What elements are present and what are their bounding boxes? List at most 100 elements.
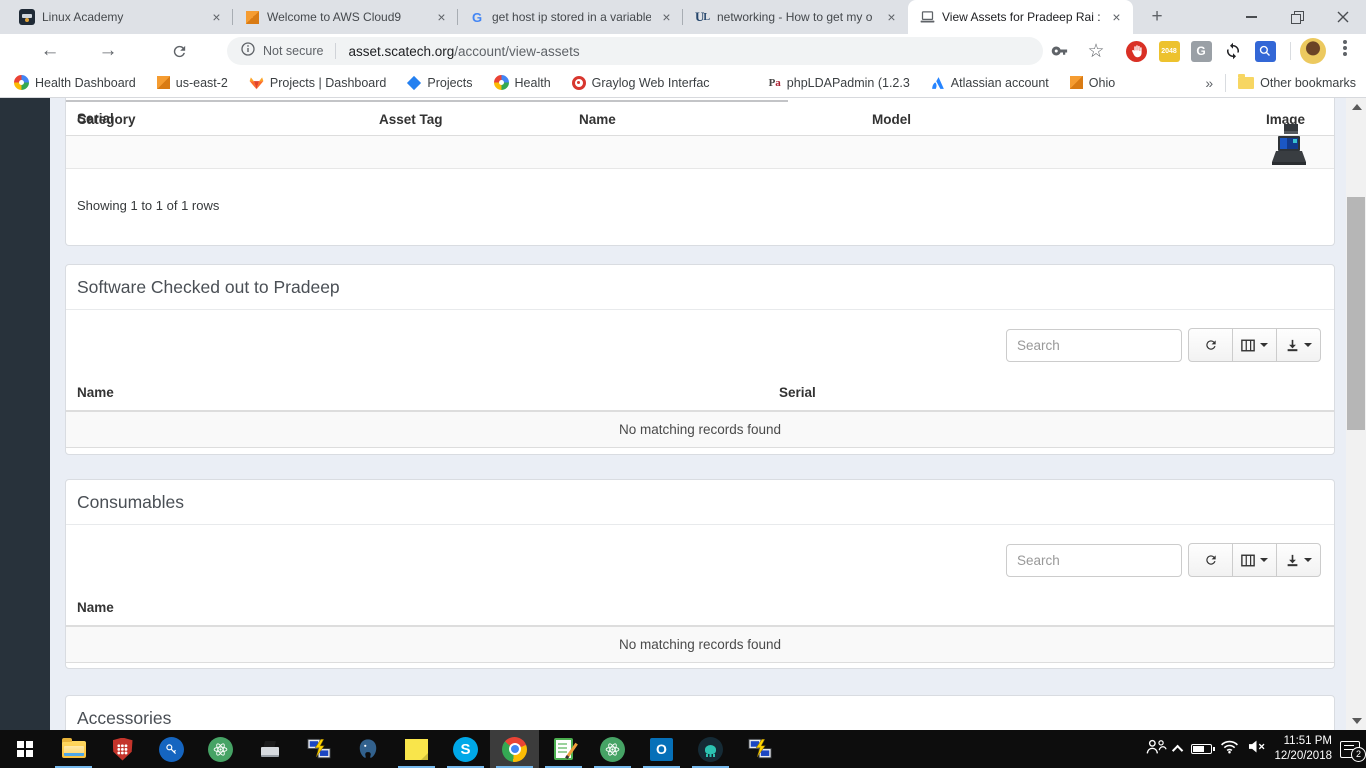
- taskbar-keepass[interactable]: [147, 730, 196, 768]
- columns-toggle-button[interactable]: [1232, 543, 1277, 577]
- taskbar-postgresql[interactable]: [343, 730, 392, 768]
- page-content: Category Serial Asset Tag Name Model Ima…: [0, 98, 1366, 730]
- adblock-extension-icon[interactable]: [1124, 39, 1148, 63]
- forward-icon[interactable]: →: [91, 34, 125, 68]
- taskbar-outlook[interactable]: O: [637, 730, 686, 768]
- taskbar-notepad[interactable]: [539, 730, 588, 768]
- scrollbar-thumb[interactable]: [1347, 197, 1365, 430]
- chrome-menu-icon[interactable]: [1343, 46, 1347, 50]
- asset-table-row[interactable]: [66, 136, 1334, 169]
- bookmarks-overflow-chevron[interactable]: »: [1205, 75, 1213, 91]
- taskbar-atom-app-2[interactable]: [588, 730, 637, 768]
- bookmark-star-icon[interactable]: ☆: [1084, 39, 1108, 63]
- column-header-serial[interactable]: Serial: [779, 385, 816, 400]
- taskbar-security-shield[interactable]: [98, 730, 147, 768]
- close-button[interactable]: [1320, 0, 1366, 34]
- folder-icon: [1238, 77, 1254, 89]
- column-header-model[interactable]: Model: [872, 112, 911, 127]
- search-extension-icon[interactable]: [1253, 39, 1277, 63]
- unix-linux-favicon: UL: [694, 9, 710, 25]
- tab-close-icon[interactable]: ×: [883, 9, 900, 26]
- bookmark-us-east-2[interactable]: us-east-2: [157, 76, 228, 90]
- saved-password-key-icon[interactable]: [1048, 39, 1072, 63]
- screen: Linux Academy × Welcome to AWS Cloud9 × …: [0, 0, 1366, 768]
- taskbar-gitkraken[interactable]: [686, 730, 735, 768]
- bookmark-atlassian[interactable]: Atlassian account: [931, 76, 1049, 90]
- other-bookmarks-button[interactable]: Other bookmarks: [1238, 76, 1356, 90]
- sync-extension-icon[interactable]: [1221, 39, 1245, 63]
- tab-unix-linux[interactable]: UL networking - How to get my o ×: [683, 0, 908, 34]
- gsuite-extension-icon[interactable]: G: [1189, 39, 1213, 63]
- tab-close-icon[interactable]: ×: [433, 9, 450, 26]
- software-search-input[interactable]: [1006, 329, 1182, 362]
- taskbar-sticky-notes[interactable]: [392, 730, 441, 768]
- hidden-icons-chevron[interactable]: [1172, 745, 1183, 756]
- bookmark-health-dashboard[interactable]: Health Dashboard: [14, 75, 136, 90]
- asset-laptop-image[interactable]: [1269, 136, 1309, 168]
- taskbar-skype[interactable]: S: [441, 730, 490, 768]
- diamond-icon: [407, 75, 421, 89]
- column-header-name[interactable]: Name: [579, 112, 616, 127]
- bookmark-phpldapadmin[interactable]: PaphpLDAPadmin (1.2.3: [769, 76, 910, 90]
- bookmark-gitlab-projects[interactable]: Projects | Dashboard: [249, 76, 387, 90]
- taskbar-winscp[interactable]: [735, 730, 784, 768]
- minimize-button[interactable]: [1228, 0, 1274, 34]
- game-2048-extension-icon[interactable]: 2048: [1157, 39, 1181, 63]
- back-icon[interactable]: ←: [33, 34, 67, 68]
- address-bar[interactable]: Not secure asset.scatech.org/account/vie…: [227, 37, 1043, 65]
- tab-view-assets-active[interactable]: View Assets for Pradeep Rai :: S ×: [908, 0, 1133, 34]
- new-tab-button[interactable]: +: [1143, 3, 1171, 31]
- bookmark-projects[interactable]: Projects: [407, 76, 472, 90]
- software-panel: Software Checked out to Pradeep Name Ser…: [65, 264, 1335, 455]
- bookmark-health[interactable]: Health: [494, 75, 551, 90]
- assets-panel: Category Serial Asset Tag Name Model Ima…: [65, 98, 1335, 246]
- page-scrollbar[interactable]: [1346, 98, 1366, 730]
- notification-badge: 2: [1351, 747, 1366, 762]
- columns-toggle-button[interactable]: [1232, 328, 1277, 362]
- info-icon[interactable]: [241, 42, 255, 61]
- bookmark-ohio[interactable]: Ohio: [1070, 76, 1115, 90]
- profile-avatar[interactable]: [1300, 38, 1326, 64]
- browser-toolbar: ← → Not secure asset.scatech.org/account…: [0, 34, 1366, 68]
- battery-icon[interactable]: [1191, 744, 1212, 754]
- refresh-button[interactable]: [1188, 328, 1233, 362]
- tab-close-icon[interactable]: ×: [1108, 9, 1125, 26]
- column-header-serial-overlay[interactable]: Serial: [77, 111, 114, 126]
- skype-icon: S: [453, 737, 478, 762]
- taskbar-chrome[interactable]: [490, 730, 539, 768]
- table-summary: Showing 1 to 1 of 1 rows: [77, 198, 219, 213]
- column-header-asset-tag[interactable]: Asset Tag: [379, 112, 443, 127]
- tab-close-icon[interactable]: ×: [658, 9, 675, 26]
- reload-icon[interactable]: [162, 34, 196, 68]
- taskbar-file-explorer[interactable]: [49, 730, 98, 768]
- taskbar-remote-device[interactable]: [245, 730, 294, 768]
- taskbar-clock[interactable]: 11:51 PM 12/20/2018: [1274, 734, 1332, 764]
- system-tray: 11:51 PM 12/20/2018 2: [1145, 730, 1366, 768]
- url-text[interactable]: asset.scatech.org/account/view-assets: [348, 44, 579, 59]
- atom-icon: [208, 737, 233, 762]
- consumables-search-input[interactable]: [1006, 544, 1182, 577]
- tab-aws-cloud9[interactable]: Welcome to AWS Cloud9 ×: [233, 0, 458, 34]
- taskbar-atom-app[interactable]: [196, 730, 245, 768]
- refresh-button[interactable]: [1188, 543, 1233, 577]
- bookmark-graylog[interactable]: Graylog Web Interfac: [572, 76, 710, 90]
- outlook-icon: O: [650, 738, 673, 761]
- action-center-icon[interactable]: 2: [1340, 741, 1360, 758]
- start-button[interactable]: [0, 730, 49, 768]
- scroll-down-arrow[interactable]: [1352, 718, 1362, 724]
- tab-close-icon[interactable]: ×: [208, 9, 225, 26]
- taskbar-putty[interactable]: [294, 730, 343, 768]
- restore-button[interactable]: [1274, 0, 1320, 34]
- security-label[interactable]: Not secure: [263, 44, 323, 58]
- scroll-up-arrow[interactable]: [1352, 104, 1362, 110]
- column-header-name[interactable]: Name: [77, 600, 114, 615]
- tab-linux-academy[interactable]: Linux Academy ×: [8, 0, 233, 34]
- column-header-name[interactable]: Name: [77, 385, 114, 400]
- people-icon[interactable]: [1145, 738, 1167, 760]
- chrome-icon: [502, 737, 527, 762]
- wifi-icon[interactable]: [1220, 739, 1239, 759]
- export-button[interactable]: [1276, 328, 1321, 362]
- export-button[interactable]: [1276, 543, 1321, 577]
- volume-muted-icon[interactable]: [1247, 739, 1266, 759]
- tab-google-search[interactable]: G get host ip stored in a variable ×: [458, 0, 683, 34]
